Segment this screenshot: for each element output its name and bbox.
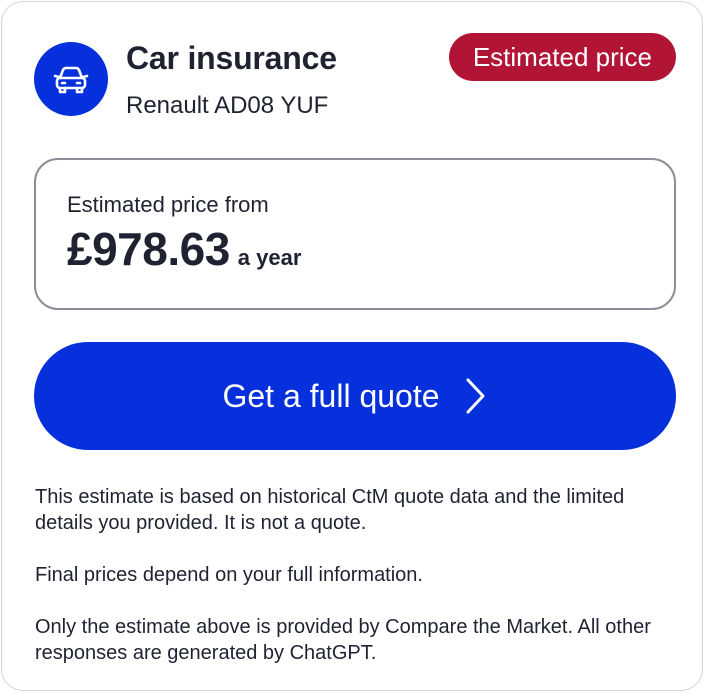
disclaimer: This estimate is based on historical CtM… (35, 484, 675, 666)
car-icon-badge (34, 42, 108, 116)
card-title: Car insurance (126, 40, 337, 76)
car-icon (53, 66, 89, 94)
insurance-card: Car insurance Renault AD08 YUF Estimated… (1, 1, 703, 691)
vehicle-registration: Renault AD08 YUF (126, 92, 329, 119)
get-full-quote-button[interactable]: Get a full quote (34, 342, 676, 450)
disclaimer-final-prices: Final prices depend on your full informa… (35, 564, 423, 586)
price-label: Estimated price from (67, 192, 269, 217)
disclaimer-provider: Only the estimate above is provided by C… (35, 616, 651, 664)
chevron-right-icon (462, 376, 488, 416)
card-header: Car insurance Renault AD08 YUF Estimated… (34, 33, 676, 124)
disclaimer-estimate-basis: This estimate is based on historical CtM… (35, 486, 625, 534)
price-unit: a year (237, 245, 302, 270)
price-amount: £978.63 (67, 223, 230, 275)
price-row: £978.63 a year (67, 222, 301, 276)
estimated-price-badge: Estimated price (448, 33, 676, 81)
price-box: Estimated price from £978.63 a year (34, 158, 676, 310)
get-full-quote-label: Get a full quote (222, 377, 440, 414)
